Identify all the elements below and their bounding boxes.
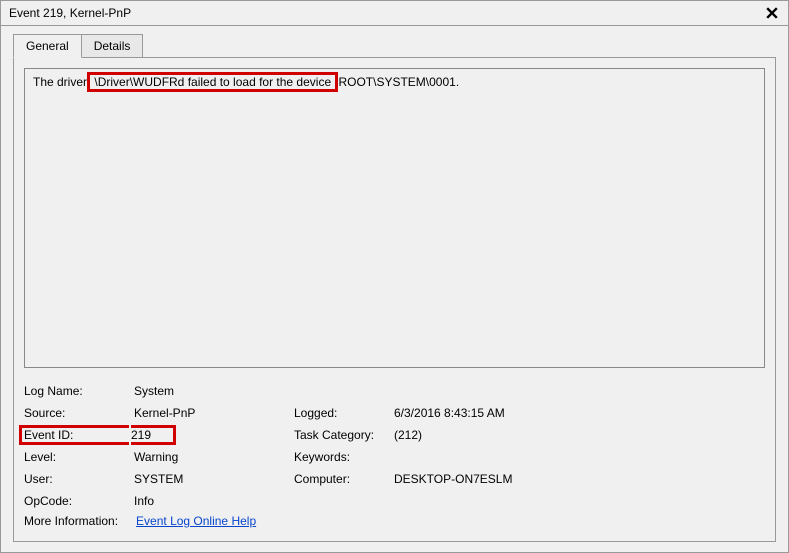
right-labels-column: Logged: Task Category: Keywords: Compute… — [294, 382, 394, 510]
event-log-help-link[interactable]: Event Log Online Help — [136, 514, 256, 528]
tab-panel-general: The driver \Driver\WUDFRd failed to load… — [13, 57, 776, 542]
logname-label: Log Name: — [24, 382, 134, 400]
computer-value: DESKTOP-ON7ESLM — [394, 470, 765, 488]
description-suffix: ROOT\SYSTEM\0001. — [338, 75, 459, 89]
source-label: Source: — [24, 404, 134, 422]
tab-strip: General Details — [13, 34, 776, 58]
content-area: General Details The driver \Driver\WUDFR… — [1, 26, 788, 552]
more-info-row: More Information: Event Log Online Help — [24, 514, 765, 528]
logged-label: Logged: — [294, 404, 394, 422]
level-value: Warning — [134, 448, 294, 466]
title-bar: Event 219, Kernel-PnP — [1, 1, 788, 26]
source-value: Kernel-PnP — [134, 404, 294, 422]
eventid-value-row: 219 — [134, 426, 294, 444]
description-highlighted: \Driver\WUDFRd failed to load for the de… — [87, 72, 338, 92]
event-details: Log Name: Source: Event ID: Level: User:… — [24, 382, 765, 510]
tab-general[interactable]: General — [13, 34, 82, 58]
event-properties-window: Event 219, Kernel-PnP General Details Th… — [0, 0, 789, 553]
tab-details[interactable]: Details — [81, 34, 144, 58]
keywords-value — [394, 448, 765, 466]
eventid-label: Event ID: — [19, 425, 129, 445]
right-values-column: 6/3/2016 8:43:15 AM (212) DESKTOP-ON7ESL… — [394, 382, 765, 510]
event-description: The driver \Driver\WUDFRd failed to load… — [24, 68, 765, 368]
left-labels-column: Log Name: Source: Event ID: Level: User:… — [24, 382, 134, 510]
user-value: SYSTEM — [134, 470, 294, 488]
user-label: User: — [24, 470, 134, 488]
logname-value: System — [134, 382, 294, 400]
taskcat-value: (212) — [394, 426, 765, 444]
description-prefix: The driver — [33, 75, 87, 89]
eventid-label-row: Event ID: — [24, 426, 134, 444]
opcode-value: Info — [134, 492, 294, 510]
keywords-label: Keywords: — [294, 448, 394, 466]
close-button[interactable] — [764, 5, 780, 21]
level-label: Level: — [24, 448, 134, 466]
moreinfo-label: More Information: — [24, 514, 118, 528]
description-text: The driver \Driver\WUDFRd failed to load… — [33, 72, 459, 92]
close-icon — [766, 7, 778, 19]
computer-label: Computer: — [294, 470, 394, 488]
eventid-value: 219 — [131, 425, 176, 445]
taskcat-label: Task Category: — [294, 426, 394, 444]
window-title: Event 219, Kernel-PnP — [9, 6, 131, 20]
opcode-label: OpCode: — [24, 492, 134, 510]
left-values-column: System Kernel-PnP 219 Warning SYSTEM Inf… — [134, 382, 294, 510]
logged-value: 6/3/2016 8:43:15 AM — [394, 404, 765, 422]
